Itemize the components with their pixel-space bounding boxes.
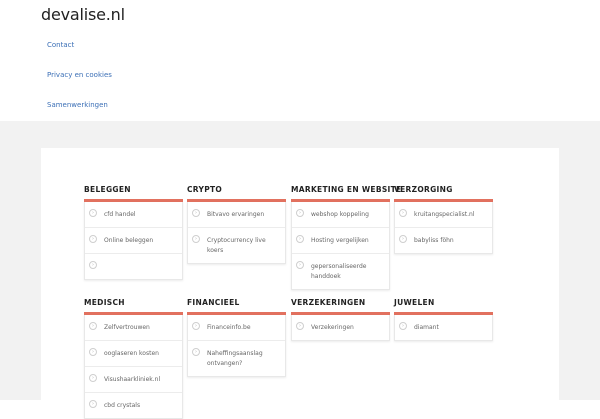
circle-arrow-icon: › <box>89 322 97 330</box>
category-title[interactable]: CRYPTO <box>187 185 222 194</box>
category-link-item[interactable]: › kruitangspecialist.nl <box>395 202 492 228</box>
category-list: › Zelfvertrouwen › ooglaseren kosten › Visush… <box>84 315 183 419</box>
category-link-label: Zelfvertrouwen <box>104 324 150 331</box>
category-link-label: diamant <box>414 324 439 331</box>
category-link-item[interactable]: › gepersonaliseerde handdoek <box>292 254 389 289</box>
category-link-item[interactable]: › <box>85 254 182 279</box>
circle-arrow-icon: › <box>89 209 97 217</box>
category-link-label: gepersonaliseerde handdoek <box>311 263 367 280</box>
circle-arrow-icon: › <box>296 235 304 243</box>
category-link-label: Financeinfo.be <box>207 324 251 331</box>
category-link-label: cbd crystals <box>104 402 141 409</box>
circle-arrow-icon: › <box>399 322 407 330</box>
category-list: › kruitangspecialist.nl › babyliss föhn <box>394 202 493 254</box>
circle-arrow-icon: › <box>89 261 97 269</box>
category-link-label: kruitangspecialist.nl <box>414 211 475 218</box>
category-link-label: Hosting vergelijken <box>311 237 369 244</box>
category-link-item[interactable]: › Verzekeringen <box>292 315 389 340</box>
category-link-label: Online beleggen <box>104 237 154 244</box>
nav-link-contact[interactable]: Contact <box>47 41 74 49</box>
category-link-label: Bitvavo ervaringen <box>207 211 265 218</box>
category-title[interactable]: VERZORGING <box>394 185 453 194</box>
circle-arrow-icon: › <box>192 235 200 243</box>
category-link-item[interactable]: › cfd handel <box>85 202 182 228</box>
category-link-label <box>85 254 182 279</box>
circle-arrow-icon: › <box>89 235 97 243</box>
category-link-item[interactable]: › Cryptocurrency live koers <box>188 228 285 263</box>
category-list: › cfd handel › Online beleggen › <box>84 202 183 280</box>
circle-arrow-icon: › <box>192 348 200 356</box>
category-title[interactable]: MARKETING EN WEBSITE <box>291 185 401 194</box>
category-list: › webshop koppeling › Hosting vergelijken › g… <box>291 202 390 290</box>
category-link-item[interactable]: › ooglaseren kosten <box>85 341 182 367</box>
category-link-label: Naheffingsaanslag ontvangen? <box>207 350 263 367</box>
circle-arrow-icon: › <box>192 209 200 217</box>
category-link-item[interactable]: › babyliss föhn <box>395 228 492 253</box>
category-link-item[interactable]: › diamant <box>395 315 492 340</box>
category-title[interactable]: VERZEKERINGEN <box>291 298 366 307</box>
nav-link-privacy[interactable]: Privacy en cookies <box>47 71 112 79</box>
category-link-label: Cryptocurrency live koers <box>207 237 266 254</box>
site-header: devalise.nl Contact Privacy en cookies S… <box>0 0 600 121</box>
category-title[interactable]: FINANCIEEL <box>187 298 240 307</box>
category-list: › diamant <box>394 315 493 341</box>
circle-arrow-icon: › <box>89 374 97 382</box>
circle-arrow-icon: › <box>296 322 304 330</box>
circle-arrow-icon: › <box>296 209 304 217</box>
category-panel: BELEGGEN › cfd handel › Online beleggen › CRY… <box>41 148 559 419</box>
category-link-item[interactable]: › Zelfvertrouwen <box>85 315 182 341</box>
category-list: › Bitvavo ervaringen › Cryptocurrency live … <box>187 202 286 264</box>
category-link-label: webshop koppeling <box>311 211 369 218</box>
circle-arrow-icon: › <box>89 348 97 356</box>
category-link-item[interactable]: › cbd crystals <box>85 393 182 418</box>
category-link-label: Visushaarkliniek.nl <box>104 376 161 383</box>
category-link-item[interactable]: › Hosting vergelijken <box>292 228 389 254</box>
circle-arrow-icon: › <box>89 400 97 408</box>
category-list: › Financeinfo.be › Naheffingsaanslag ontvan… <box>187 315 286 377</box>
circle-arrow-icon: › <box>296 261 304 269</box>
category-link-label: cfd handel <box>104 211 136 218</box>
category-link-label: Verzekeringen <box>311 324 354 331</box>
category-link-item[interactable]: › Naheffingsaanslag ontvangen? <box>188 341 285 376</box>
site-title[interactable]: devalise.nl <box>41 5 125 24</box>
category-link-item[interactable]: › Online beleggen <box>85 228 182 254</box>
category-link-item[interactable]: › Visushaarkliniek.nl <box>85 367 182 393</box>
nav-link-samenwerkingen[interactable]: Samenwerkingen <box>47 101 108 109</box>
category-link-label: ooglaseren kosten <box>104 350 159 357</box>
category-link-item[interactable]: › webshop koppeling <box>292 202 389 228</box>
circle-arrow-icon: › <box>399 209 407 217</box>
category-title[interactable]: MEDISCH <box>84 298 125 307</box>
category-link-item[interactable]: › Financeinfo.be <box>188 315 285 341</box>
category-link-item[interactable]: › Bitvavo ervaringen <box>188 202 285 228</box>
category-title[interactable]: JUWELEN <box>394 298 435 307</box>
category-link-label: babyliss föhn <box>414 237 454 244</box>
circle-arrow-icon: › <box>192 322 200 330</box>
circle-arrow-icon: › <box>399 235 407 243</box>
category-list: › Verzekeringen <box>291 315 390 341</box>
category-title[interactable]: BELEGGEN <box>84 185 131 194</box>
